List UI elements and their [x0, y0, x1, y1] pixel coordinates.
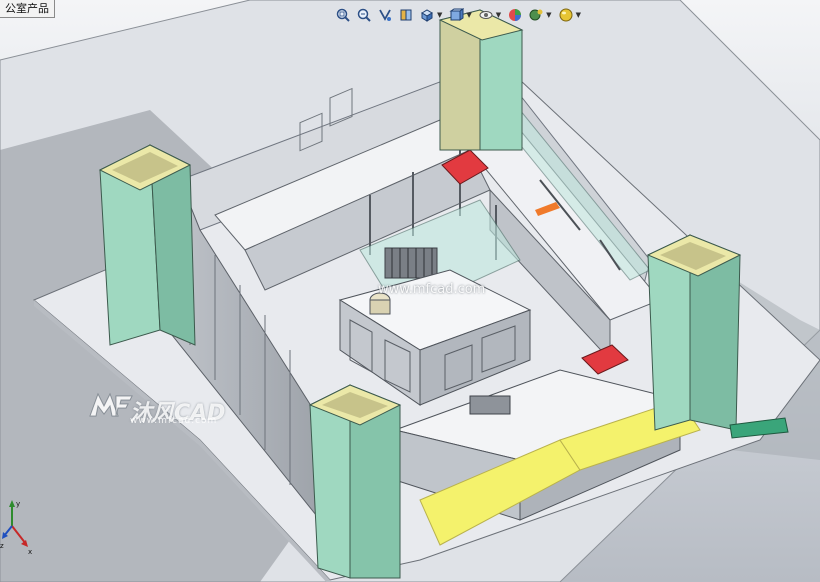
hide-show-icon [479, 11, 493, 19]
zoom-fit-button[interactable] [334, 6, 352, 24]
hide-show-button[interactable] [477, 6, 495, 24]
graphics-viewport[interactable]: 公室产品 ▼ ▼ ▼ ▼ ▼ 沐风CAD www.mfcad.com www.m… [0, 0, 820, 582]
edit-appearance-button[interactable] [506, 6, 524, 24]
rack-grille [384, 247, 438, 279]
display-style-icon [449, 8, 465, 21]
watermark-url: www.mfcad.com [130, 416, 218, 426]
previous-view-icon [379, 9, 391, 21]
chevron-down-icon[interactable]: ▼ [466, 11, 471, 19]
scene-icon [529, 9, 543, 21]
display-style-button[interactable] [447, 6, 465, 24]
view-settings-button[interactable] [557, 6, 575, 24]
apply-scene-button[interactable] [527, 6, 545, 24]
zoom-area-icon [357, 8, 371, 22]
zoom-fit-icon [336, 8, 350, 22]
section-view-icon [400, 9, 412, 21]
pillar-front [308, 384, 402, 579]
triad-z-label: z [0, 542, 4, 550]
pillar-back [438, 9, 524, 151]
view-orientation-button[interactable] [418, 6, 436, 24]
chevron-down-icon[interactable]: ▼ [576, 11, 581, 19]
triad-y-label: y [16, 500, 20, 508]
chevron-down-icon[interactable]: ▼ [437, 11, 442, 19]
feature-tree-tab[interactable]: 公室产品 [0, 0, 55, 18]
previous-view-button[interactable] [376, 6, 394, 24]
center-watermark: www.mfcad.com [378, 282, 486, 297]
view-orientation-icon [421, 9, 433, 22]
triad-x-label: x [28, 548, 32, 556]
pillar-left [98, 144, 196, 346]
chevron-down-icon[interactable]: ▼ [496, 11, 501, 19]
heads-up-view-toolbar: ▼ ▼ ▼ ▼ ▼ [334, 3, 583, 27]
watermark-logo [89, 392, 133, 417]
pillar-right [646, 234, 742, 431]
chevron-down-icon[interactable]: ▼ [546, 11, 551, 19]
front-sink [469, 395, 511, 415]
coordinate-triad-icon[interactable]: y x z [0, 496, 40, 556]
zoom-area-button[interactable] [355, 6, 373, 24]
appearance-icon [509, 9, 522, 21]
section-view-button[interactable] [397, 6, 415, 24]
view-settings-icon [559, 8, 573, 22]
